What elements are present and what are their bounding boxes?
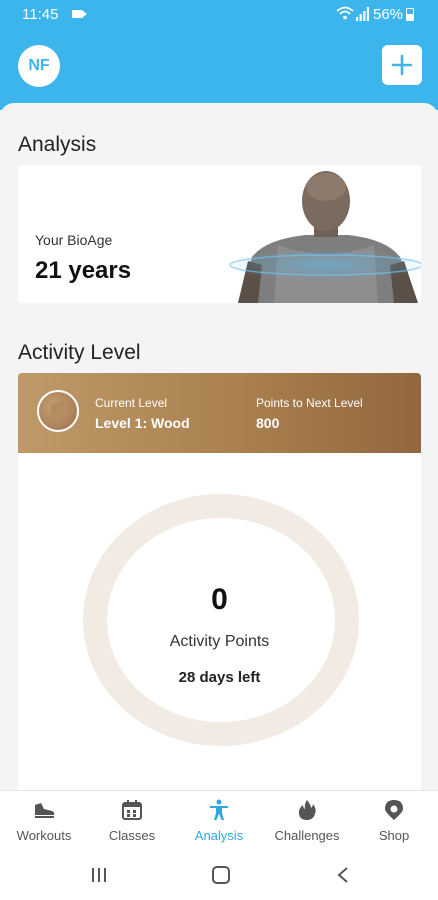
wood-level-badge-icon	[37, 390, 79, 432]
add-button[interactable]	[382, 45, 422, 85]
activity-points-label: Activity Points	[169, 633, 270, 650]
location-pin-icon	[385, 800, 403, 820]
current-level-value: Level 1: Wood	[95, 415, 190, 431]
signal-icon	[356, 7, 369, 21]
bottom-navigation: Workouts Classes Analysis Challenges Sho…	[0, 790, 438, 850]
activity-progress-ring	[83, 494, 359, 746]
flame-icon	[298, 800, 316, 820]
battery-icon	[406, 8, 414, 21]
body-scan-figure	[224, 171, 421, 303]
app-header: NF	[0, 30, 438, 110]
nav-item-analysis[interactable]: Analysis	[175, 791, 263, 851]
nav-label-classes: Classes	[108, 828, 156, 843]
nav-label-shop: Shop	[378, 828, 410, 843]
activity-level-title: Activity Level	[18, 341, 141, 364]
nav-item-workouts[interactable]: Workouts	[0, 791, 88, 851]
home-icon[interactable]	[212, 866, 230, 884]
nav-label-workouts: Workouts	[16, 828, 72, 843]
points-to-next-level-value: 800	[256, 415, 280, 431]
status-bar: 11:45 56%	[0, 0, 438, 30]
activity-points-card: 0 Activity Points 28 days left	[18, 453, 421, 790]
calendar-icon	[122, 800, 142, 820]
camera-icon	[72, 10, 87, 18]
plus-icon	[391, 54, 413, 76]
main-content[interactable]: Analysis Your BioAge 21 years Activity L…	[0, 103, 438, 790]
days-left-text: 28 days left	[178, 669, 261, 686]
nav-item-classes[interactable]: Classes	[88, 791, 176, 851]
system-navigation-bar	[0, 850, 438, 900]
nav-label-analysis: Analysis	[194, 828, 244, 843]
battery-percentage: 56%	[373, 6, 404, 23]
current-level-banner[interactable]: Current Level Level 1: Wood Points to Ne…	[18, 373, 421, 453]
status-time: 11:45	[22, 6, 59, 23]
points-to-next-level-label: Points to Next Level	[256, 396, 363, 410]
nav-item-shop[interactable]: Shop	[350, 791, 438, 851]
nav-item-challenges[interactable]: Challenges	[263, 791, 351, 851]
recent-apps-icon[interactable]	[91, 868, 107, 882]
back-icon[interactable]	[336, 867, 350, 883]
bioage-value: 21 years	[35, 257, 132, 284]
current-level-label: Current Level	[95, 396, 168, 410]
activity-points-value: 0	[211, 583, 228, 616]
person-icon	[210, 799, 228, 820]
analysis-title: Analysis	[18, 133, 97, 156]
bioage-label: Your BioAge	[35, 232, 113, 248]
wifi-icon	[336, 6, 354, 20]
nav-label-challenges: Challenges	[274, 828, 340, 843]
bioage-card[interactable]: Your BioAge 21 years	[18, 165, 421, 303]
shoe-icon	[35, 803, 55, 818]
avatar[interactable]: NF	[18, 45, 60, 87]
